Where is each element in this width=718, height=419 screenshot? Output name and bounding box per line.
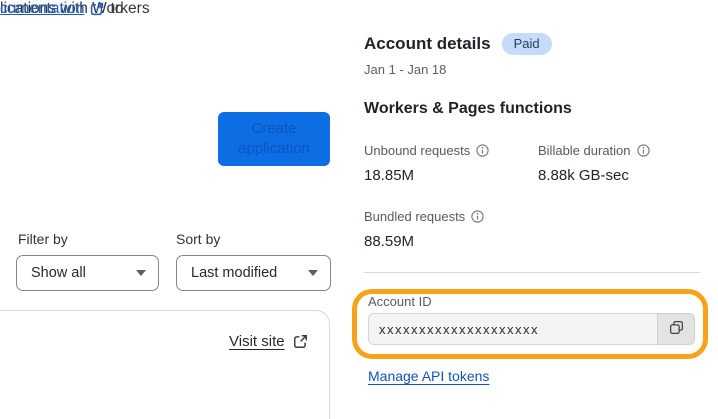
stat-value: 88.59M	[364, 233, 415, 250]
workers-pages-dashboard: lications with Workers cumentation to Cr…	[0, 0, 718, 419]
stat-bundled-requests: Bundled requests 88.59M	[364, 209, 484, 250]
sort-select-value: Last modified	[191, 265, 278, 281]
plan-badge: Paid	[501, 33, 552, 55]
project-card	[0, 310, 330, 419]
stat-value: 8.88k GB-sec	[538, 167, 629, 184]
filter-by-label: Filter by	[18, 231, 68, 247]
intro-text-line2: cumentation to	[0, 0, 123, 18]
stat-label: Billable duration	[538, 143, 650, 158]
date-range: Jan 1 - Jan 18	[364, 62, 447, 77]
functions-section-title: Workers & Pages functions	[364, 100, 572, 117]
filter-select-value: Show all	[31, 265, 86, 281]
copy-button[interactable]	[657, 313, 695, 345]
visit-site-link[interactable]: Visit site	[229, 333, 308, 350]
sort-select[interactable]: Last modified	[176, 255, 331, 291]
visit-site-label: Visit site	[229, 333, 285, 350]
documentation-link[interactable]: cumentation	[0, 0, 84, 18]
create-application-button[interactable]: Create application	[218, 112, 330, 166]
external-link-icon	[293, 334, 308, 349]
chevron-down-icon	[136, 270, 146, 276]
account-details-header: Account details Paid	[364, 33, 552, 55]
intro-text-after-link: to	[110, 0, 124, 17]
account-id-field-group	[368, 313, 695, 345]
info-icon[interactable]	[471, 210, 484, 223]
account-id-label: Account ID	[368, 294, 432, 309]
sort-by-label: Sort by	[176, 231, 221, 247]
filter-select[interactable]: Show all	[16, 255, 159, 291]
copy-icon	[668, 319, 685, 339]
stat-unbound-requests: Unbound requests 18.85M	[364, 143, 489, 184]
stat-label: Unbound requests	[364, 143, 489, 158]
info-icon[interactable]	[476, 144, 489, 157]
account-details-title: Account details	[364, 34, 491, 53]
manage-api-tokens-link[interactable]: Manage API tokens	[368, 368, 489, 384]
stat-label: Bundled requests	[364, 209, 484, 224]
info-icon[interactable]	[636, 144, 650, 157]
external-link-icon	[90, 2, 104, 16]
stat-billable-duration: Billable duration 8.88k GB-sec	[538, 143, 650, 184]
chevron-down-icon	[308, 270, 318, 276]
stat-value: 18.85M	[364, 167, 415, 184]
section-divider	[364, 272, 700, 273]
account-id-input[interactable]	[368, 313, 657, 345]
